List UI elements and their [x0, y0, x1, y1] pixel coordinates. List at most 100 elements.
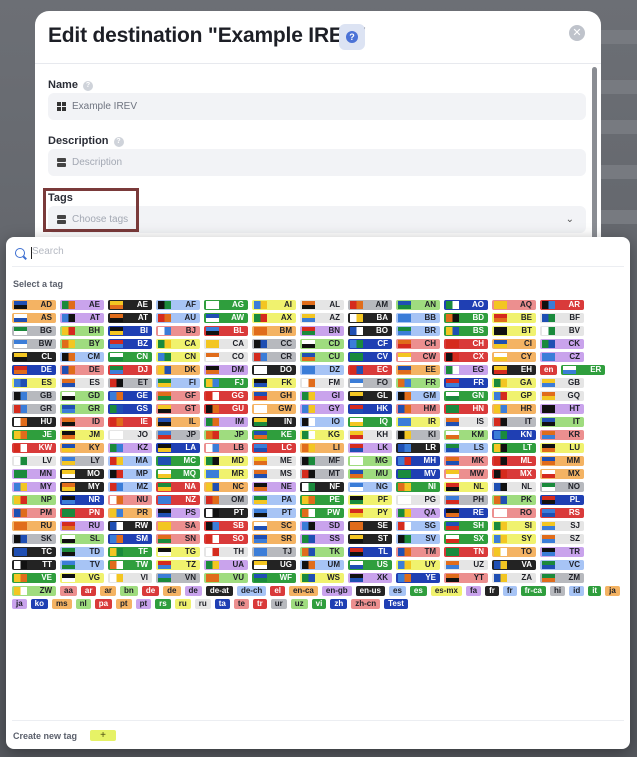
tag-chip[interactable]: DO: [252, 365, 296, 375]
tag-chip[interactable]: SL: [60, 534, 104, 544]
tag-chip[interactable]: TW: [108, 560, 152, 570]
tag-chip[interactable]: ar: [100, 586, 117, 596]
tag-chip[interactable]: ru: [194, 599, 211, 609]
tag-chip[interactable]: pt: [116, 599, 132, 609]
tag-chip[interactable]: LV: [12, 456, 56, 466]
tag-chip[interactable]: TG: [156, 547, 200, 557]
tag-chip[interactable]: JP: [156, 430, 200, 440]
tag-chip[interactable]: IO: [300, 417, 344, 427]
tag-chip[interactable]: BE: [492, 313, 536, 323]
tag-chip[interactable]: EC: [348, 365, 392, 375]
tag-chip[interactable]: TH: [204, 547, 248, 557]
tag-chip[interactable]: te: [233, 599, 249, 609]
tag-chip[interactable]: XK: [348, 573, 392, 583]
tag-chip[interactable]: ko: [30, 599, 49, 609]
tag-chip[interactable]: ES: [12, 378, 56, 388]
tag-chip[interactable]: ja: [12, 599, 27, 609]
tag-chip[interactable]: LS: [444, 443, 488, 453]
name-field[interactable]: Example IREV: [48, 93, 586, 120]
tag-chip[interactable]: UG: [252, 560, 296, 570]
tag-chip[interactable]: EG: [444, 365, 488, 375]
tag-chip[interactable]: YT: [444, 573, 488, 583]
tag-chip[interactable]: CO: [204, 352, 248, 362]
tag-chip[interactable]: LI: [300, 443, 344, 453]
tag-chip[interactable]: BW: [12, 339, 56, 349]
tag-chip[interactable]: AQ: [492, 300, 536, 310]
tag-chip[interactable]: CU: [300, 352, 344, 362]
tag-chip[interactable]: SC: [252, 521, 296, 531]
tag-chip[interactable]: GD: [60, 391, 104, 401]
tag-chip[interactable]: LT: [492, 443, 536, 453]
tag-chip[interactable]: KY: [60, 443, 104, 453]
description-field[interactable]: Description: [48, 149, 586, 176]
tag-chip[interactable]: PG: [396, 495, 440, 505]
tag-chip[interactable]: ar: [80, 586, 97, 596]
tag-chip[interactable]: CC: [252, 339, 296, 349]
tag-chip[interactable]: fr: [485, 586, 499, 596]
tag-chip[interactable]: nl: [75, 599, 91, 609]
tag-chip[interactable]: MK: [444, 456, 488, 466]
tag-chip[interactable]: MN: [12, 469, 56, 479]
tag-chip[interactable]: SM: [108, 534, 152, 544]
tag-chip[interactable]: NA: [156, 482, 200, 492]
tag-chip[interactable]: GB: [12, 391, 56, 401]
tag-chip[interactable]: TZ: [156, 560, 200, 570]
tag-chip[interactable]: NP: [12, 495, 56, 505]
tag-chip[interactable]: VG: [60, 573, 104, 583]
tag-chip[interactable]: MT: [300, 469, 344, 479]
tag-chip[interactable]: AD: [12, 300, 56, 310]
tag-chip[interactable]: TV: [60, 560, 104, 570]
tag-chip[interactable]: FI: [156, 378, 200, 388]
tag-chip[interactable]: VN: [156, 573, 200, 583]
tag-chip[interactable]: TO: [492, 547, 536, 557]
tag-chip[interactable]: GB: [540, 378, 584, 388]
tag-chip[interactable]: HM: [396, 404, 440, 414]
tag-chip[interactable]: hi: [549, 586, 566, 596]
tag-chip[interactable]: CY: [492, 352, 536, 362]
tag-chip[interactable]: GA: [492, 378, 536, 388]
tag-chip[interactable]: KH: [348, 430, 392, 440]
tag-chip[interactable]: CM: [60, 352, 104, 362]
tag-chip[interactable]: el: [270, 586, 285, 596]
tag-chip[interactable]: PF: [348, 495, 392, 505]
tag-chip[interactable]: DK: [156, 365, 200, 375]
tag-chip[interactable]: RE: [444, 508, 488, 518]
tag-chip[interactable]: US: [348, 560, 392, 570]
tag-chip[interactable]: ms: [52, 599, 72, 609]
tag-chip[interactable]: fa: [465, 586, 482, 596]
tag-chip[interactable]: CK: [540, 339, 584, 349]
tag-chip[interactable]: fr: [502, 586, 517, 596]
tag-chip[interactable]: KZ: [108, 443, 152, 453]
tag-chip[interactable]: BT: [492, 326, 536, 336]
tag-chip[interactable]: AL: [300, 300, 344, 310]
tag-chip[interactable]: AE: [108, 300, 152, 310]
tag-chip[interactable]: ID: [60, 417, 104, 427]
tag-chip[interactable]: DZ: [300, 365, 344, 375]
tag-chip[interactable]: ur: [270, 599, 287, 609]
tag-chip[interactable]: PK: [492, 495, 536, 505]
tag-chip[interactable]: SE: [348, 521, 392, 531]
tag-chip[interactable]: GN: [444, 391, 488, 401]
tag-chip[interactable]: VC: [540, 560, 584, 570]
tag-chip[interactable]: KG: [300, 430, 344, 440]
tag-chip[interactable]: SD: [300, 521, 344, 531]
tag-chip[interactable]: UZ: [444, 560, 488, 570]
tag-chip[interactable]: de: [141, 586, 160, 596]
tag-chip[interactable]: BM: [252, 326, 296, 336]
tag-chip[interactable]: SX: [444, 534, 488, 544]
tag-chip[interactable]: MA: [108, 456, 152, 466]
tag-chip[interactable]: SJ: [540, 521, 584, 531]
tag-chip[interactable]: NI: [396, 482, 440, 492]
tag-chip[interactable]: OM: [204, 495, 248, 505]
help-button[interactable]: ?: [339, 24, 365, 50]
tag-chip[interactable]: NE: [252, 482, 296, 492]
tag-chip[interactable]: VI: [108, 573, 152, 583]
tag-chip[interactable]: RW: [108, 521, 152, 531]
tag-chip[interactable]: de-ch: [236, 586, 267, 596]
tag-chip[interactable]: SB: [204, 521, 248, 531]
tag-chip[interactable]: IS: [444, 417, 488, 427]
tag-chip[interactable]: FO: [348, 378, 392, 388]
tag-chip[interactable]: DJ: [108, 365, 152, 375]
tag-chip[interactable]: BB: [396, 313, 440, 323]
tag-chip[interactable]: AO: [444, 300, 488, 310]
